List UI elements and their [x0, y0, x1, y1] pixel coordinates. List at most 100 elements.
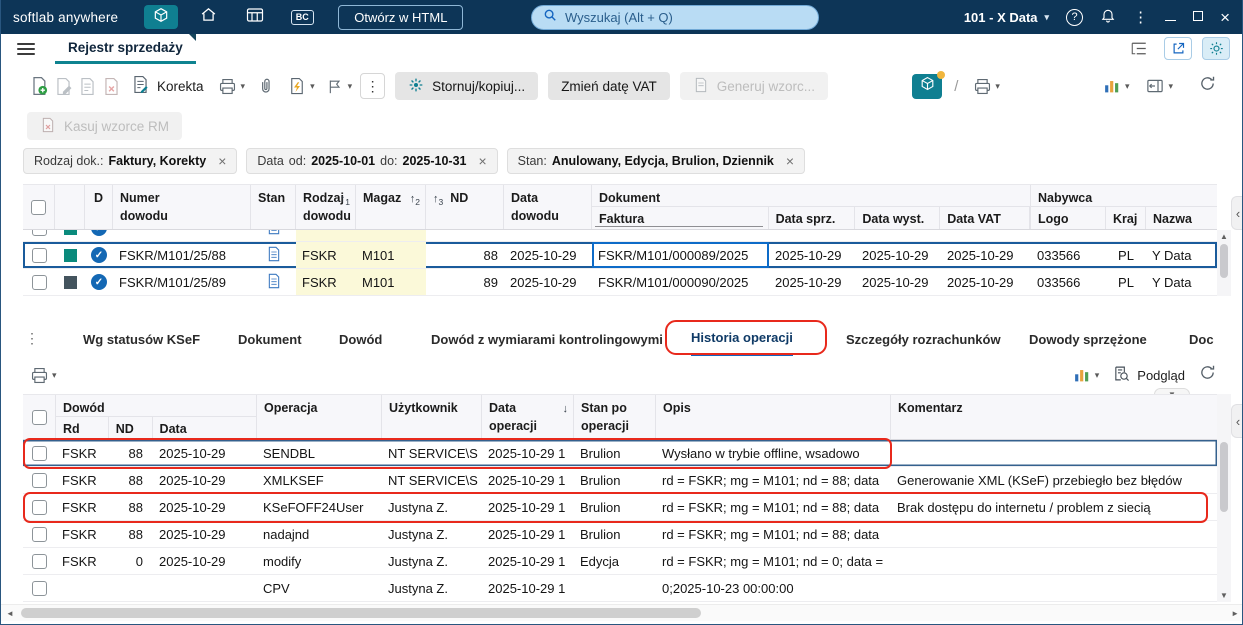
scrollbar-thumb[interactable]: [21, 608, 701, 618]
cell-opis[interactable]: rd = FSKR; mg = M101; nd = 88; data: [656, 494, 891, 520]
cell-operacja[interactable]: SENDBL: [257, 440, 382, 466]
cell-logo[interactable]: 033566: [1031, 269, 1106, 295]
col-stan-po-header[interactable]: Stan po operacji: [574, 395, 656, 439]
bottom-grid-vscrollbar[interactable]: ▼: [1217, 394, 1231, 602]
col-kraj-header[interactable]: Kraj: [1106, 207, 1146, 229]
cell-nd[interactable]: 88: [109, 467, 153, 493]
col-data-sprz-header[interactable]: Data sprz.: [769, 207, 856, 229]
cell-data-operacji[interactable]: 2025-10-29 1: [482, 548, 574, 574]
table-row[interactable]: FSKR 0 2025-10-29 modify Justyna Z. 2025…: [23, 548, 1217, 575]
cell-rodzaj[interactable]: FSKR: [296, 242, 356, 268]
hamburger-menu-button[interactable]: [17, 40, 35, 58]
cell-nd[interactable]: 0: [109, 548, 153, 574]
cell-nazwa[interactable]: Y Data: [1146, 269, 1217, 295]
cell-komentarz[interactable]: Generowanie XML (KSeF) przebiegło bez bł…: [891, 467, 1217, 493]
cell-rd[interactable]: FSKR: [56, 548, 109, 574]
cell-nd[interactable]: 88: [426, 242, 504, 268]
table-row[interactable]: ✓ FSKR/M101/25/88 FSKR M101 88 2025-10-2…: [23, 242, 1217, 269]
cell-kraj[interactable]: PL: [1106, 242, 1146, 268]
cell-stan-po[interactable]: Edycja: [574, 548, 656, 574]
col-data-header[interactable]: Data: [153, 417, 256, 439]
podglad-button[interactable]: Podgląd: [1113, 365, 1185, 385]
scroll-right-icon[interactable]: ►: [1231, 609, 1239, 618]
cell-data-sprz[interactable]: 2025-10-29: [769, 269, 856, 295]
col-stan-header[interactable]: Stan: [251, 185, 296, 229]
export-print-button[interactable]: ▾: [970, 73, 1000, 99]
korekta-button[interactable]: Korekta: [131, 75, 204, 97]
cell-data[interactable]: 2025-10-29: [153, 521, 257, 547]
checkbox[interactable]: [31, 230, 47, 236]
col-data-wyst-header[interactable]: Data wyst.: [855, 207, 941, 229]
stornuj-kopiuj-button[interactable]: Stornuj/kopiuj...: [395, 72, 539, 100]
tab-szczegoly-rozrachunkow[interactable]: Szczegóły rozrachunków: [846, 322, 1001, 356]
right-panel-collapse-handle-bottom[interactable]: ‹: [1231, 404, 1242, 438]
group-dowod-label[interactable]: Dowód: [56, 395, 256, 417]
theme-brightness-button[interactable]: [1202, 37, 1230, 60]
col-nd-header[interactable]: ↑3 ND: [426, 185, 504, 229]
flag-button[interactable]: ▾: [323, 73, 352, 99]
scroll-up-icon[interactable]: ▲: [1217, 232, 1231, 241]
ksef-cube-button[interactable]: [912, 70, 946, 99]
col-logo-header[interactable]: Logo: [1031, 207, 1106, 229]
cell-data-wyst[interactable]: 2025-10-29: [856, 269, 941, 295]
tab-dowod-z-wymiarami[interactable]: Dowód z wymiarami kontrolingowymi: [431, 322, 663, 356]
tab-historia-operacji[interactable]: Historia operacji: [691, 322, 793, 356]
scrollbar-thumb[interactable]: [1220, 244, 1228, 278]
cell-data[interactable]: [153, 575, 257, 601]
checkbox[interactable]: [32, 526, 47, 542]
close-icon[interactable]: ×: [786, 154, 794, 168]
cell-operacja[interactable]: CPV: [257, 575, 382, 601]
top-grid-vscrollbar[interactable]: ▲: [1217, 230, 1231, 296]
cell-operacja[interactable]: modify: [257, 548, 382, 574]
window-close-button[interactable]: ×: [1220, 9, 1230, 26]
panel-layout-button[interactable]: ▾: [1143, 73, 1173, 99]
attachments-button[interactable]: [253, 73, 277, 99]
checkbox[interactable]: [31, 199, 46, 215]
refresh-button[interactable]: [1199, 75, 1216, 97]
col-data-operacji-header[interactable]: Data ↓ operacji: [482, 395, 574, 439]
col-operacja-header[interactable]: Operacja: [257, 395, 382, 439]
cell-rd[interactable]: FSKR: [56, 494, 109, 520]
cell-komentarz[interactable]: [891, 440, 1217, 466]
tab-dowody-sprzezone[interactable]: Dowody sprzężone: [1029, 322, 1147, 356]
col-data-vat-header[interactable]: Data VAT: [940, 207, 1030, 229]
cell-uzytkownik[interactable]: Justyna Z.: [382, 494, 482, 520]
tab-rejestr-sprzedazy[interactable]: Rejestr sprzedaży: [55, 34, 196, 64]
more-actions-button[interactable]: ⋮: [360, 73, 386, 99]
table-row[interactable]: FSKR 88 2025-10-29 nadajnd Justyna Z. 20…: [23, 521, 1217, 548]
cell-komentarz[interactable]: [891, 521, 1217, 547]
help-button[interactable]: ?: [1066, 8, 1084, 26]
anywhere-cube-button[interactable]: [144, 5, 179, 29]
cell-data-sprz[interactable]: 2025-10-29: [769, 242, 856, 268]
company-selector[interactable]: 101 - X Data ▾: [964, 10, 1049, 25]
cell-data-vat[interactable]: 2025-10-29: [941, 269, 1031, 295]
cell-stan-po[interactable]: Brulion: [574, 521, 656, 547]
status-column-header[interactable]: [55, 185, 85, 229]
col-numer-header[interactable]: Numer dowodu: [113, 185, 251, 229]
tab-dowod[interactable]: Dowód: [339, 322, 382, 356]
cell-data-operacji[interactable]: 2025-10-29 1: [482, 494, 574, 520]
col-komentarz-header[interactable]: Komentarz: [891, 395, 1217, 439]
cell-komentarz[interactable]: [891, 548, 1217, 574]
filter-stan[interactable]: Stan: Anulowany, Edycja, Brulion, Dzienn…: [506, 148, 806, 174]
window-minimize-button[interactable]: [1165, 8, 1177, 26]
col-uzytkownik-header[interactable]: Użytkownik: [382, 395, 482, 439]
select-all-checkbox-cell[interactable]: [23, 395, 56, 439]
table-module-button[interactable]: [238, 5, 272, 29]
cell-operacja[interactable]: XMLKSEF: [257, 467, 382, 493]
cell-data-operacji[interactable]: 2025-10-29 1: [482, 467, 574, 493]
cell-data[interactable]: 2025-10-29: [153, 440, 257, 466]
checkbox[interactable]: [31, 247, 47, 263]
checkbox[interactable]: [31, 274, 47, 290]
print-button[interactable]: ▾: [216, 73, 245, 99]
cell-uzytkownik[interactable]: Justyna Z.: [382, 521, 482, 547]
cell-data-dowodu[interactable]: 2025-10-29: [504, 242, 592, 268]
table-row[interactable]: FSKR 88 2025-10-29 KSeFOFF24User Justyna…: [23, 494, 1217, 521]
detail-refresh-button[interactable]: [1199, 364, 1216, 386]
bc-module-button[interactable]: BC: [285, 5, 319, 29]
checkbox[interactable]: [32, 472, 47, 488]
col-opis-header[interactable]: Opis: [656, 395, 891, 439]
cell-data-operacji[interactable]: 2025-10-29 1: [482, 440, 574, 466]
table-row[interactable]: ✓ FSKR/M101/25/89 FSKR M101 89 2025-10-2…: [23, 269, 1217, 296]
zmien-date-vat-button[interactable]: Zmień datę VAT: [548, 72, 670, 100]
